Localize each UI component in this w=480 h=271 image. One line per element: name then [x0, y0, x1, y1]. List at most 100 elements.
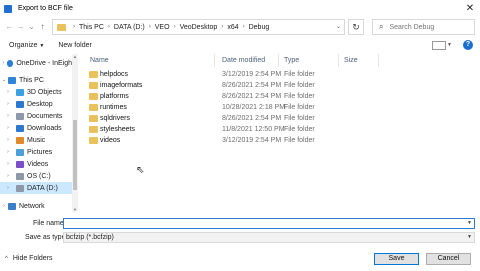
sidebar-item-os-c[interactable]: › OS (C:) [0, 170, 72, 182]
file-type: File folder [284, 115, 315, 122]
navigation-bar: ← → ⌄ ↑ › This PC › DATA (D:) › VEO › Ve… [0, 17, 480, 37]
breadcrumb-separator-icon: › [73, 24, 75, 30]
breadcrumb-debug[interactable]: Debug [249, 24, 270, 31]
file-type: File folder [284, 71, 315, 78]
column-divider[interactable] [278, 54, 279, 67]
sidebar-item-this-pc[interactable]: ⌄ This PC [0, 74, 72, 86]
table-row[interactable]: videos 3/12/2019 2:54 PM File folder [82, 135, 382, 146]
column-divider[interactable] [338, 54, 339, 67]
file-name: videos [100, 137, 121, 144]
column-divider[interactable] [378, 54, 379, 67]
sidebar-item-downloads[interactable]: › Downloads [0, 122, 72, 134]
file-name-field[interactable]: ▼ [63, 218, 475, 229]
breadcrumb-separator-icon: › [148, 24, 151, 30]
column-header-name[interactable]: Name [90, 54, 109, 67]
sidebar-item-videos[interactable]: › Videos [0, 158, 72, 170]
chevron-right-icon[interactable]: › [0, 89, 16, 95]
chevron-right-icon[interactable]: › [0, 113, 16, 119]
back-arrow-icon[interactable]: ← [4, 20, 15, 34]
search-input[interactable]: Search Debug [389, 24, 434, 31]
sidebar-item-label: 3D Objects [27, 88, 62, 96]
sidebar-item-label: Network [19, 202, 45, 210]
network-icon [8, 202, 16, 210]
sidebar-item-label: DATA (D:) [27, 184, 58, 192]
sidebar-item-desktop[interactable]: › Desktop [0, 98, 72, 110]
help-icon[interactable]: ? [463, 40, 473, 50]
save-as-type-select[interactable]: bcfzip (*.bcfzip) ▼ [63, 232, 475, 243]
breadcrumb-separator-icon: › [221, 24, 224, 30]
breadcrumb-separator-icon: › [242, 24, 245, 30]
table-row[interactable]: platforms 8/26/2021 2:54 PM File folder [82, 91, 382, 102]
save-button[interactable]: Save [374, 253, 419, 265]
change-view-icon[interactable]: ▼ [432, 41, 452, 50]
breadcrumb-veodesktop[interactable]: VeoDesktop [180, 24, 218, 31]
breadcrumb-this-pc[interactable]: This PC [79, 24, 104, 31]
app-icon [4, 4, 12, 13]
column-header-date-modified[interactable]: Date modified [222, 54, 265, 67]
breadcrumb-veo[interactable]: VEO [155, 24, 170, 31]
title-bar: Export to BCF file ✕ [0, 0, 480, 17]
file-list: Name Date modified Type Size helpdocs 3/… [82, 54, 476, 212]
recent-locations-chevron-icon[interactable]: ⌄ [26, 20, 37, 34]
column-header-size[interactable]: Size [344, 54, 358, 67]
up-arrow-icon[interactable]: ↑ [37, 20, 48, 34]
forward-arrow-icon[interactable]: → [15, 20, 26, 34]
breadcrumb-data-drive[interactable]: DATA (D:) [114, 24, 145, 31]
breadcrumb-separator-icon: › [107, 24, 110, 30]
chevron-down-icon[interactable]: ⌄ [0, 77, 8, 83]
sidebar-item-onedrive[interactable]: › OneDrive - InEigh [0, 57, 72, 69]
chevron-right-icon[interactable]: › [0, 173, 16, 179]
chevron-right-icon[interactable]: › [0, 203, 8, 209]
chevron-right-icon[interactable]: › [0, 137, 16, 143]
scrollbar-thumb[interactable] [73, 120, 77, 190]
table-row[interactable]: runtimes 10/28/2021 2:18 PM File folder [82, 102, 382, 113]
refresh-button[interactable]: ↻ [348, 19, 364, 35]
file-type: File folder [284, 137, 315, 144]
scroll-down-icon[interactable]: ▼ [72, 207, 78, 212]
column-header-type[interactable]: Type [284, 54, 299, 67]
scroll-up-icon[interactable]: ▲ [72, 54, 78, 59]
sidebar-item-music[interactable]: › Music [0, 134, 72, 146]
sidebar-scrollbar[interactable]: ▲ ▼ [72, 54, 78, 212]
sidebar-item-network[interactable]: › Network [0, 200, 72, 212]
table-row[interactable]: imageformats 8/26/2021 2:54 PM File fold… [82, 80, 382, 91]
save-form: File name: ▼ Save as type: bcfzip (*.bcf… [0, 213, 480, 271]
downloads-icon [16, 124, 24, 132]
sidebar-item-3d-objects[interactable]: › 3D Objects [0, 86, 72, 98]
search-box[interactable]: ⌕ Search Debug [372, 19, 475, 35]
file-date: 8/26/2021 2:54 PM [222, 93, 282, 100]
chevron-right-icon[interactable]: › [0, 125, 16, 131]
address-dropdown-icon[interactable]: ⌄ [336, 23, 341, 30]
file-name: stylesheets [100, 126, 136, 133]
cancel-button[interactable]: Cancel [426, 253, 471, 265]
sidebar-item-data-d[interactable]: › DATA (D:) [0, 182, 72, 194]
address-bar[interactable]: › This PC › DATA (D:) › VEO › VeoDesktop… [52, 19, 345, 35]
breadcrumb-x64[interactable]: x64 [227, 24, 238, 31]
close-icon[interactable]: ✕ [462, 1, 478, 16]
chevron-down-icon[interactable]: ▼ [467, 220, 472, 226]
chevron-right-icon[interactable]: › [0, 185, 16, 191]
table-row[interactable]: sqldrivers 8/26/2021 2:54 PM File folder [82, 113, 382, 124]
file-type: File folder [284, 93, 315, 100]
sidebar-item-pictures[interactable]: › Pictures [0, 146, 72, 158]
chevron-down-icon: ▼ [447, 42, 452, 48]
new-folder-button[interactable]: New folder [58, 42, 91, 49]
chevron-right-icon[interactable]: › [0, 101, 16, 107]
column-divider[interactable] [214, 54, 215, 67]
file-date: 10/28/2021 2:18 PM [222, 104, 286, 111]
table-row[interactable]: helpdocs 3/12/2019 2:54 PM File folder [82, 69, 382, 80]
chevron-right-icon[interactable]: › [0, 60, 7, 66]
search-icon: ⌕ [379, 22, 384, 31]
organize-button[interactable]: Organize ▼ [9, 42, 44, 49]
chevron-right-icon[interactable]: › [0, 161, 16, 167]
table-row[interactable]: stylesheets 11/8/2021 12:50 PM File fold… [82, 124, 382, 135]
chevron-right-icon[interactable]: › [0, 149, 16, 155]
chevron-up-icon: ^ [5, 255, 8, 262]
file-date: 8/26/2021 2:54 PM [222, 115, 282, 122]
folder-icon [89, 82, 98, 89]
folder-icon [89, 137, 98, 144]
hide-folders-button[interactable]: ^ Hide Folders [5, 255, 53, 262]
window-title: Export to BCF file [18, 5, 73, 12]
chevron-down-icon[interactable]: ▼ [467, 234, 472, 240]
sidebar-item-documents[interactable]: › Documents [0, 110, 72, 122]
